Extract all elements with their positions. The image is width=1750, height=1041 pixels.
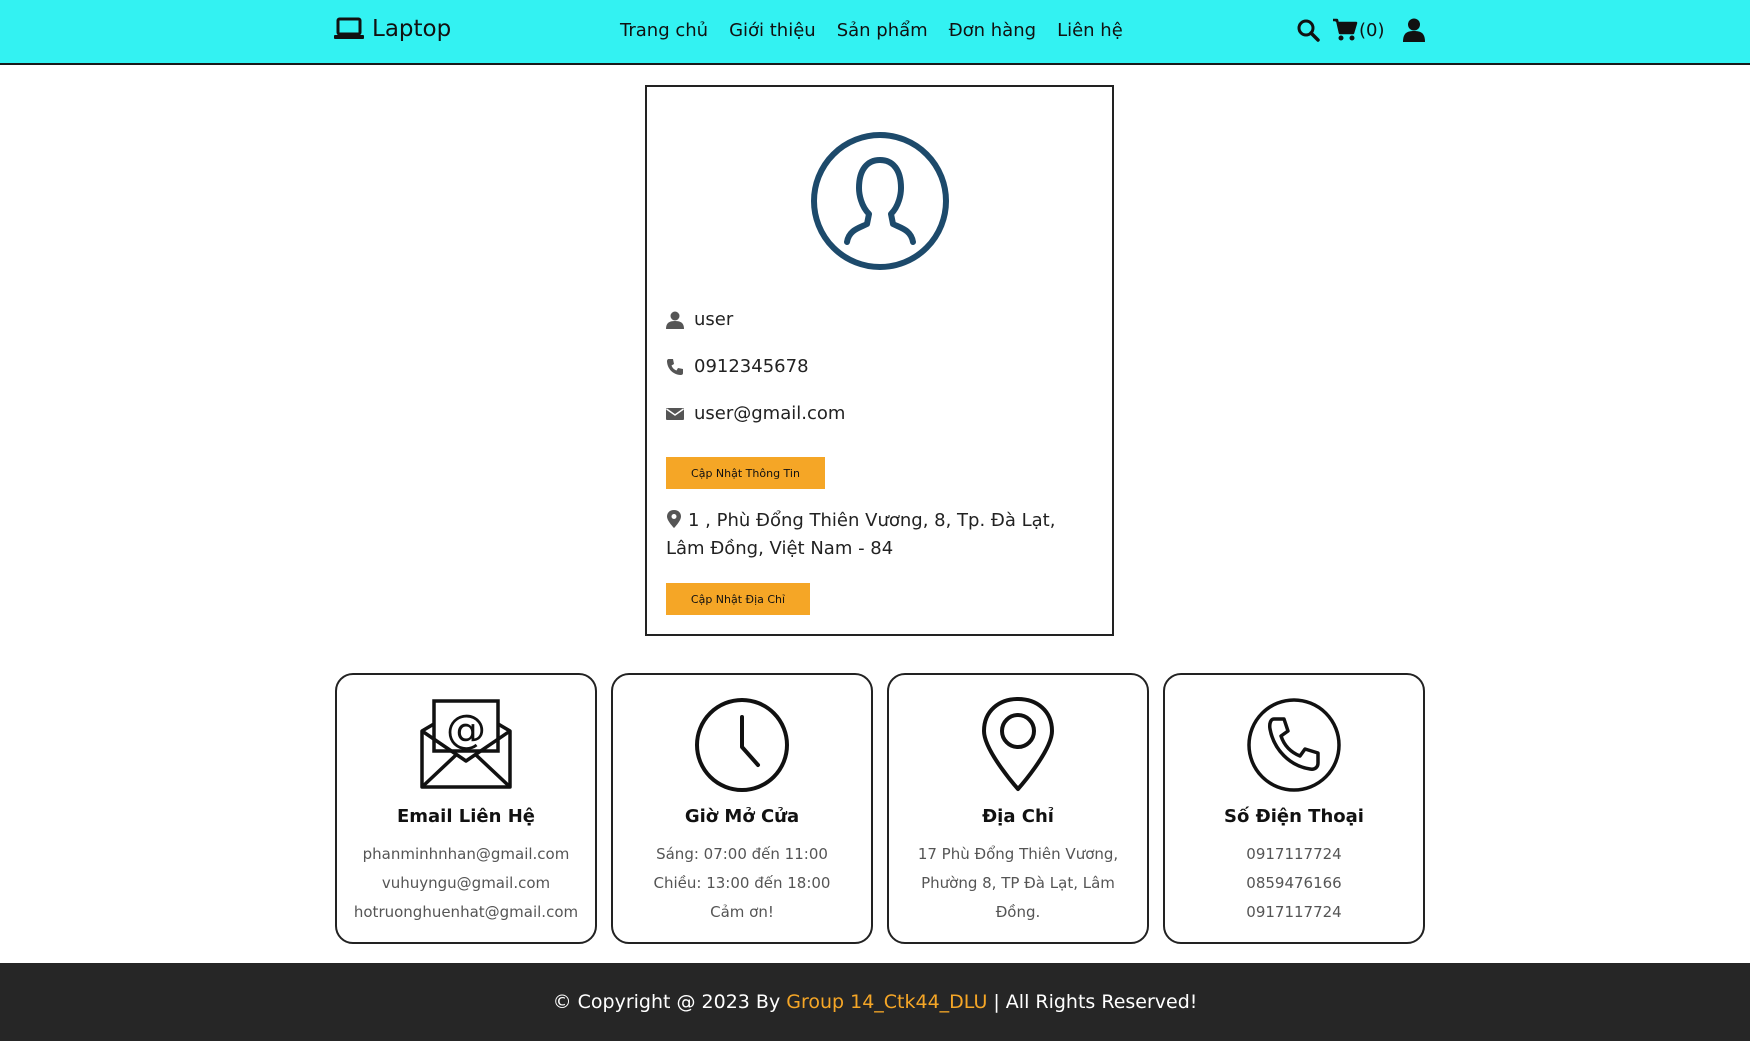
contact-phone-line: 0917117724	[1246, 845, 1342, 863]
profile-address: 1 , Phù Đổng Thiên Vương, 8, Tp. Đà Lạt,…	[666, 507, 1086, 563]
profile-username: user	[694, 309, 734, 330]
contact-phone-title: Số Điện Thoại	[1224, 806, 1364, 827]
contact-hours-line: Chiều: 13:00 đến 18:00	[653, 874, 831, 892]
contact-email-line: phanminhnhan@gmail.com	[362, 845, 570, 863]
cart-button[interactable]: (0)	[1332, 18, 1385, 42]
brand-name: Laptop	[372, 16, 452, 42]
search-icon	[1297, 19, 1320, 42]
profile-phone: 0912345678	[694, 356, 809, 377]
profile-username-row: user	[666, 309, 733, 330]
nav-contact[interactable]: Liên hệ	[1057, 20, 1123, 41]
profile-card: user 0912345678 user@gmail.com Cập Nhật …	[645, 85, 1114, 636]
map-marker-icon	[667, 510, 681, 528]
update-info-button[interactable]: Cập Nhật Thông Tin	[666, 457, 825, 489]
account-button[interactable]	[1402, 18, 1425, 42]
profile-email-row: user@gmail.com	[666, 403, 845, 424]
footer-rights: | All Rights Reserved!	[993, 991, 1198, 1013]
nav-products[interactable]: Sản phẩm	[837, 20, 928, 41]
contact-email-line: vuhuyngu@gmail.com	[381, 874, 551, 892]
contact-hours-lines: Sáng: 07:00 đến 11:00 Chiều: 13:00 đến 1…	[623, 840, 861, 927]
contact-email-line: hotruonghuenhat@gmail.com	[353, 903, 579, 921]
contact-hours-line: Cảm ơn!	[710, 903, 774, 921]
location-pin-icon	[982, 697, 1054, 791]
envelope-icon	[666, 407, 684, 420]
contact-phone-lines: 0917117724 0859476166 0917117724	[1175, 840, 1413, 927]
contact-email-lines: phanminhnhan@gmail.com vuhuyngu@gmail.co…	[347, 840, 585, 927]
nav-about[interactable]: Giới thiệu	[729, 20, 816, 41]
user-icon	[666, 311, 684, 329]
update-address-button[interactable]: Cập Nhật Địa Chỉ	[666, 583, 810, 615]
phone-icon	[667, 358, 683, 375]
main-nav: Trang chủ Giới thiệu Sản phẩm Đơn hàng L…	[620, 20, 1123, 41]
contact-address-line: 17 Phù Đổng Thiên Vương,	[917, 845, 1119, 863]
nav-home[interactable]: Trang chủ	[620, 20, 708, 41]
contact-card-address: Địa Chỉ 17 Phù Đổng Thiên Vương, Phường …	[887, 673, 1149, 944]
mail-open-icon: @	[420, 699, 512, 789]
profile-phone-row: 0912345678	[666, 356, 809, 377]
contact-address-line: Phường 8, TP Đà Lạt, Lâm	[921, 874, 1115, 892]
contact-hours-line: Sáng: 07:00 đến 11:00	[656, 845, 828, 863]
laptop-icon	[334, 17, 364, 39]
contact-hours-title: Giờ Mở Cửa	[684, 806, 800, 827]
contact-email-title: Email Liên Hệ	[396, 806, 535, 827]
profile-address-text: 1 , Phù Đổng Thiên Vương, 8, Tp. Đà Lạt,…	[666, 510, 1056, 559]
top-navbar: Laptop Trang chủ Giới thiệu Sản phẩm Đơn…	[0, 0, 1750, 65]
avatar-icon	[811, 132, 949, 270]
contact-address-title: Địa Chỉ	[982, 806, 1054, 827]
user-icon	[1402, 18, 1425, 42]
cart-icon	[1333, 18, 1358, 41]
svg-text:@: @	[446, 707, 486, 753]
contact-card-email: @ Email Liên Hệ phanminhnhan@gmail.com v…	[335, 673, 597, 944]
header-actions: (0)	[1296, 18, 1425, 42]
footer-group-link[interactable]: Group 14_Ctk44_DLU	[786, 991, 987, 1013]
profile-email: user@gmail.com	[694, 403, 846, 424]
footer-copyright: © Copyright @ 2023 By	[552, 991, 781, 1013]
contact-phone-line: 0859476166	[1246, 874, 1342, 892]
footer: © Copyright @ 2023 By Group 14_Ctk44_DLU…	[0, 963, 1750, 1041]
phone-circle-icon	[1247, 698, 1341, 792]
contact-address-lines: 17 Phù Đổng Thiên Vương, Phường 8, TP Đà…	[899, 840, 1137, 927]
brand-logo[interactable]: Laptop	[334, 16, 451, 42]
clock-icon	[695, 698, 789, 792]
contact-phone-line: 0917117724	[1246, 903, 1342, 921]
cart-count: (0)	[1359, 19, 1385, 41]
contact-card-phone: Số Điện Thoại 0917117724 0859476166 0917…	[1163, 673, 1425, 944]
nav-orders[interactable]: Đơn hàng	[949, 20, 1036, 41]
contact-address-line: Đồng.	[995, 903, 1041, 921]
contact-card-hours: Giờ Mở Cửa Sáng: 07:00 đến 11:00 Chiều: …	[611, 673, 873, 944]
search-button[interactable]	[1296, 18, 1320, 42]
